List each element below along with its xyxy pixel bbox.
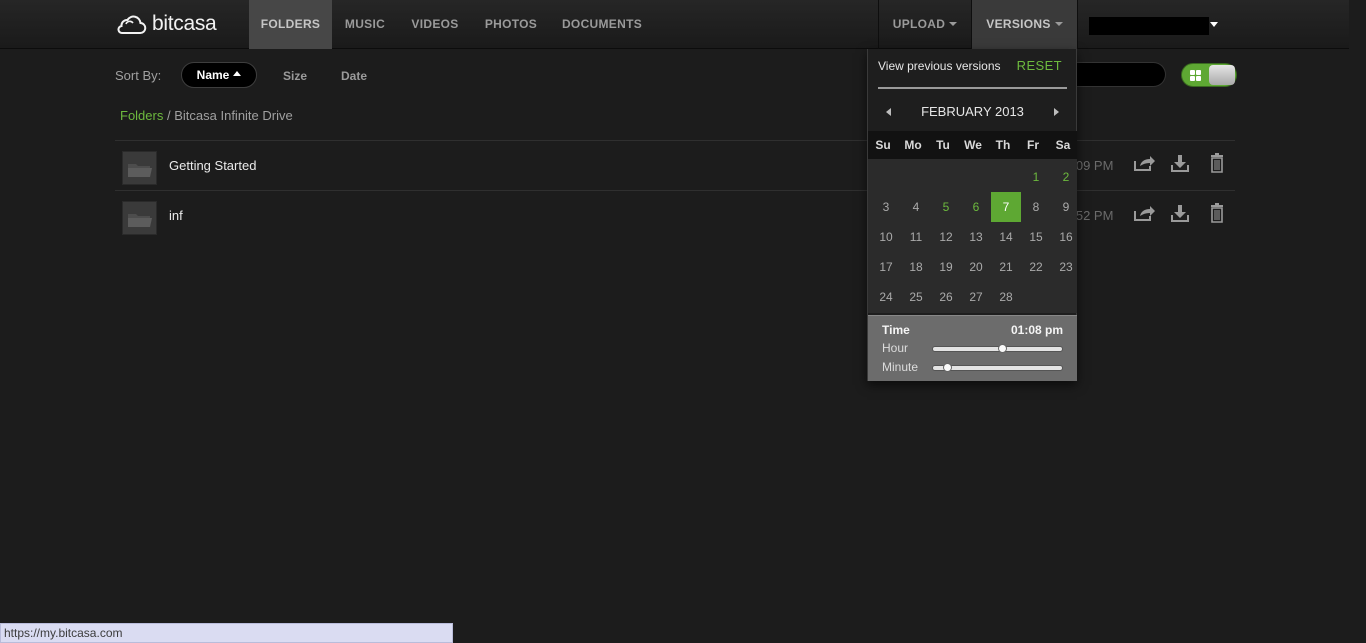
calendar-day: 15	[1029, 230, 1043, 244]
file-name[interactable]: Getting Started	[169, 158, 256, 173]
calendar-day: 20	[969, 260, 983, 274]
calendar-day: 22	[1029, 260, 1043, 274]
brand-name: bitcasa	[152, 12, 217, 35]
tab-documents[interactable]: DOCUMENTS	[552, 0, 652, 49]
breadcrumb-current: Bitcasa Infinite Drive	[174, 108, 293, 123]
versions-label: VERSIONS	[986, 17, 1051, 31]
file-name[interactable]: inf	[169, 208, 183, 223]
minute-label: Minute	[882, 360, 919, 374]
trash-icon[interactable]	[1206, 153, 1230, 173]
sort-size-button[interactable]: Size	[283, 69, 307, 83]
sort-ascending-icon	[233, 71, 242, 77]
page-scrollbar[interactable]	[1349, 0, 1366, 643]
time-picker: Time 01:08 pm Hour Minute	[868, 315, 1077, 381]
upload-label: UPLOAD	[892, 17, 946, 31]
weekday-label: Th	[995, 138, 1011, 152]
reset-button[interactable]: RESET	[1017, 58, 1062, 73]
weekday-label: Sa	[1055, 138, 1071, 152]
calendar-day: 12	[939, 230, 953, 244]
calendar-day: 21	[999, 260, 1013, 274]
download-icon[interactable]	[1169, 153, 1193, 173]
divider	[878, 87, 1067, 89]
download-icon[interactable]	[1169, 203, 1193, 223]
toggle-knob[interactable]	[1209, 65, 1235, 85]
versions-heading: View previous versions	[878, 59, 1001, 73]
tab-music[interactable]: MUSIC	[332, 0, 398, 49]
versions-menu-button[interactable]: VERSIONS	[972, 0, 1077, 49]
user-menu-chevron-icon[interactable]	[1210, 22, 1218, 27]
breadcrumb-folders-link[interactable]: Folders	[120, 108, 163, 123]
time-value: 01:08 pm	[1010, 323, 1063, 337]
top-nav-bar: bitcasa FOLDERS MUSIC VIDEOS PHOTOS DOCU…	[0, 0, 1366, 49]
calendar-day[interactable]: 6	[961, 192, 991, 222]
hour-slider[interactable]	[932, 344, 1063, 353]
browser-status-bar: https://my.bitcasa.com	[0, 623, 453, 643]
sort-date-button[interactable]: Date	[341, 69, 367, 83]
calendar-days-grid: 1 2 3 4 5 6 7 8 9 10 11 12 13 14 15 16 17 18 19 20 21 22 23 24 2…	[868, 159, 1077, 313]
weekday-label: Mo	[904, 138, 922, 152]
tab-videos[interactable]: VIDEOS	[400, 0, 470, 49]
calendar-month-label: FEBRUARY 2013	[921, 104, 1024, 119]
calendar-day: 14	[999, 230, 1013, 244]
calendar-day: 23	[1059, 260, 1073, 274]
calendar-day: 18	[909, 260, 923, 274]
tab-photos[interactable]: PHOTOS	[473, 0, 549, 49]
weekday-label: We	[964, 138, 982, 152]
minute-slider[interactable]	[932, 363, 1063, 372]
breadcrumb: Folders / Bitcasa Infinite Drive	[120, 108, 293, 123]
upload-menu-button[interactable]: UPLOAD	[879, 0, 971, 49]
calendar-day: 27	[969, 290, 983, 304]
calendar-day: 17	[879, 260, 893, 274]
minute-slider-handle[interactable]	[943, 363, 952, 372]
bitcasa-logo[interactable]: bitcasa	[115, 10, 217, 38]
calendar-day: 10	[879, 230, 893, 244]
calendar-day[interactable]: 1	[1021, 162, 1051, 192]
weekday-label: Tu	[936, 138, 950, 152]
calendar-day: 4	[912, 200, 920, 214]
versions-dropdown: View previous versions RESET FEBRUARY 20…	[867, 49, 1077, 381]
calendar-day: 3	[882, 200, 890, 214]
sort-by-label: Sort By:	[115, 68, 162, 83]
weekday-header: Su Mo Tu We Th Fr Sa	[868, 131, 1077, 159]
time-label: Time	[882, 323, 910, 337]
calendar-day: 8	[1032, 200, 1040, 214]
folder-icon	[122, 151, 157, 185]
calendar-day[interactable]: 2	[1051, 162, 1081, 192]
grid-view-icon	[1190, 70, 1201, 81]
calendar-day: 19	[939, 260, 953, 274]
calendar-day: 11	[909, 230, 923, 244]
nav-divider	[1077, 0, 1078, 49]
calendar-day: 16	[1059, 230, 1073, 244]
weekday-label: Su	[875, 138, 891, 152]
breadcrumb-separator: /	[166, 108, 171, 123]
user-account-redacted[interactable]	[1089, 17, 1209, 35]
folder-icon	[122, 201, 157, 235]
calendar-day[interactable]: 7	[991, 192, 1021, 222]
calendar-header: FEBRUARY 2013	[868, 91, 1077, 131]
calendar-day: 9	[1062, 200, 1070, 214]
chevron-down-icon	[1054, 21, 1063, 26]
calendar-day: 25	[909, 290, 923, 304]
chevron-down-icon	[949, 21, 958, 26]
weekday-label: Fr	[1027, 138, 1039, 152]
calendar-day: 24	[879, 290, 893, 304]
tab-folders[interactable]: FOLDERS	[249, 0, 332, 49]
trash-icon[interactable]	[1206, 203, 1230, 223]
calendar-day: 26	[939, 290, 953, 304]
calendar-day: 13	[969, 230, 983, 244]
view-mode-toggle[interactable]	[1181, 63, 1237, 87]
sort-name-button[interactable]: Name	[181, 62, 257, 88]
share-icon[interactable]	[1132, 153, 1156, 173]
calendar-day[interactable]: 5	[931, 192, 961, 222]
share-icon[interactable]	[1132, 203, 1156, 223]
hour-slider-handle[interactable]	[998, 344, 1007, 353]
search-input[interactable]	[1070, 62, 1166, 87]
sort-name-label: Name	[196, 68, 230, 82]
next-month-icon[interactable]	[1054, 108, 1059, 116]
hour-label: Hour	[882, 341, 909, 355]
calendar-day: 28	[999, 290, 1013, 304]
cloud-logo-icon	[117, 15, 147, 34]
